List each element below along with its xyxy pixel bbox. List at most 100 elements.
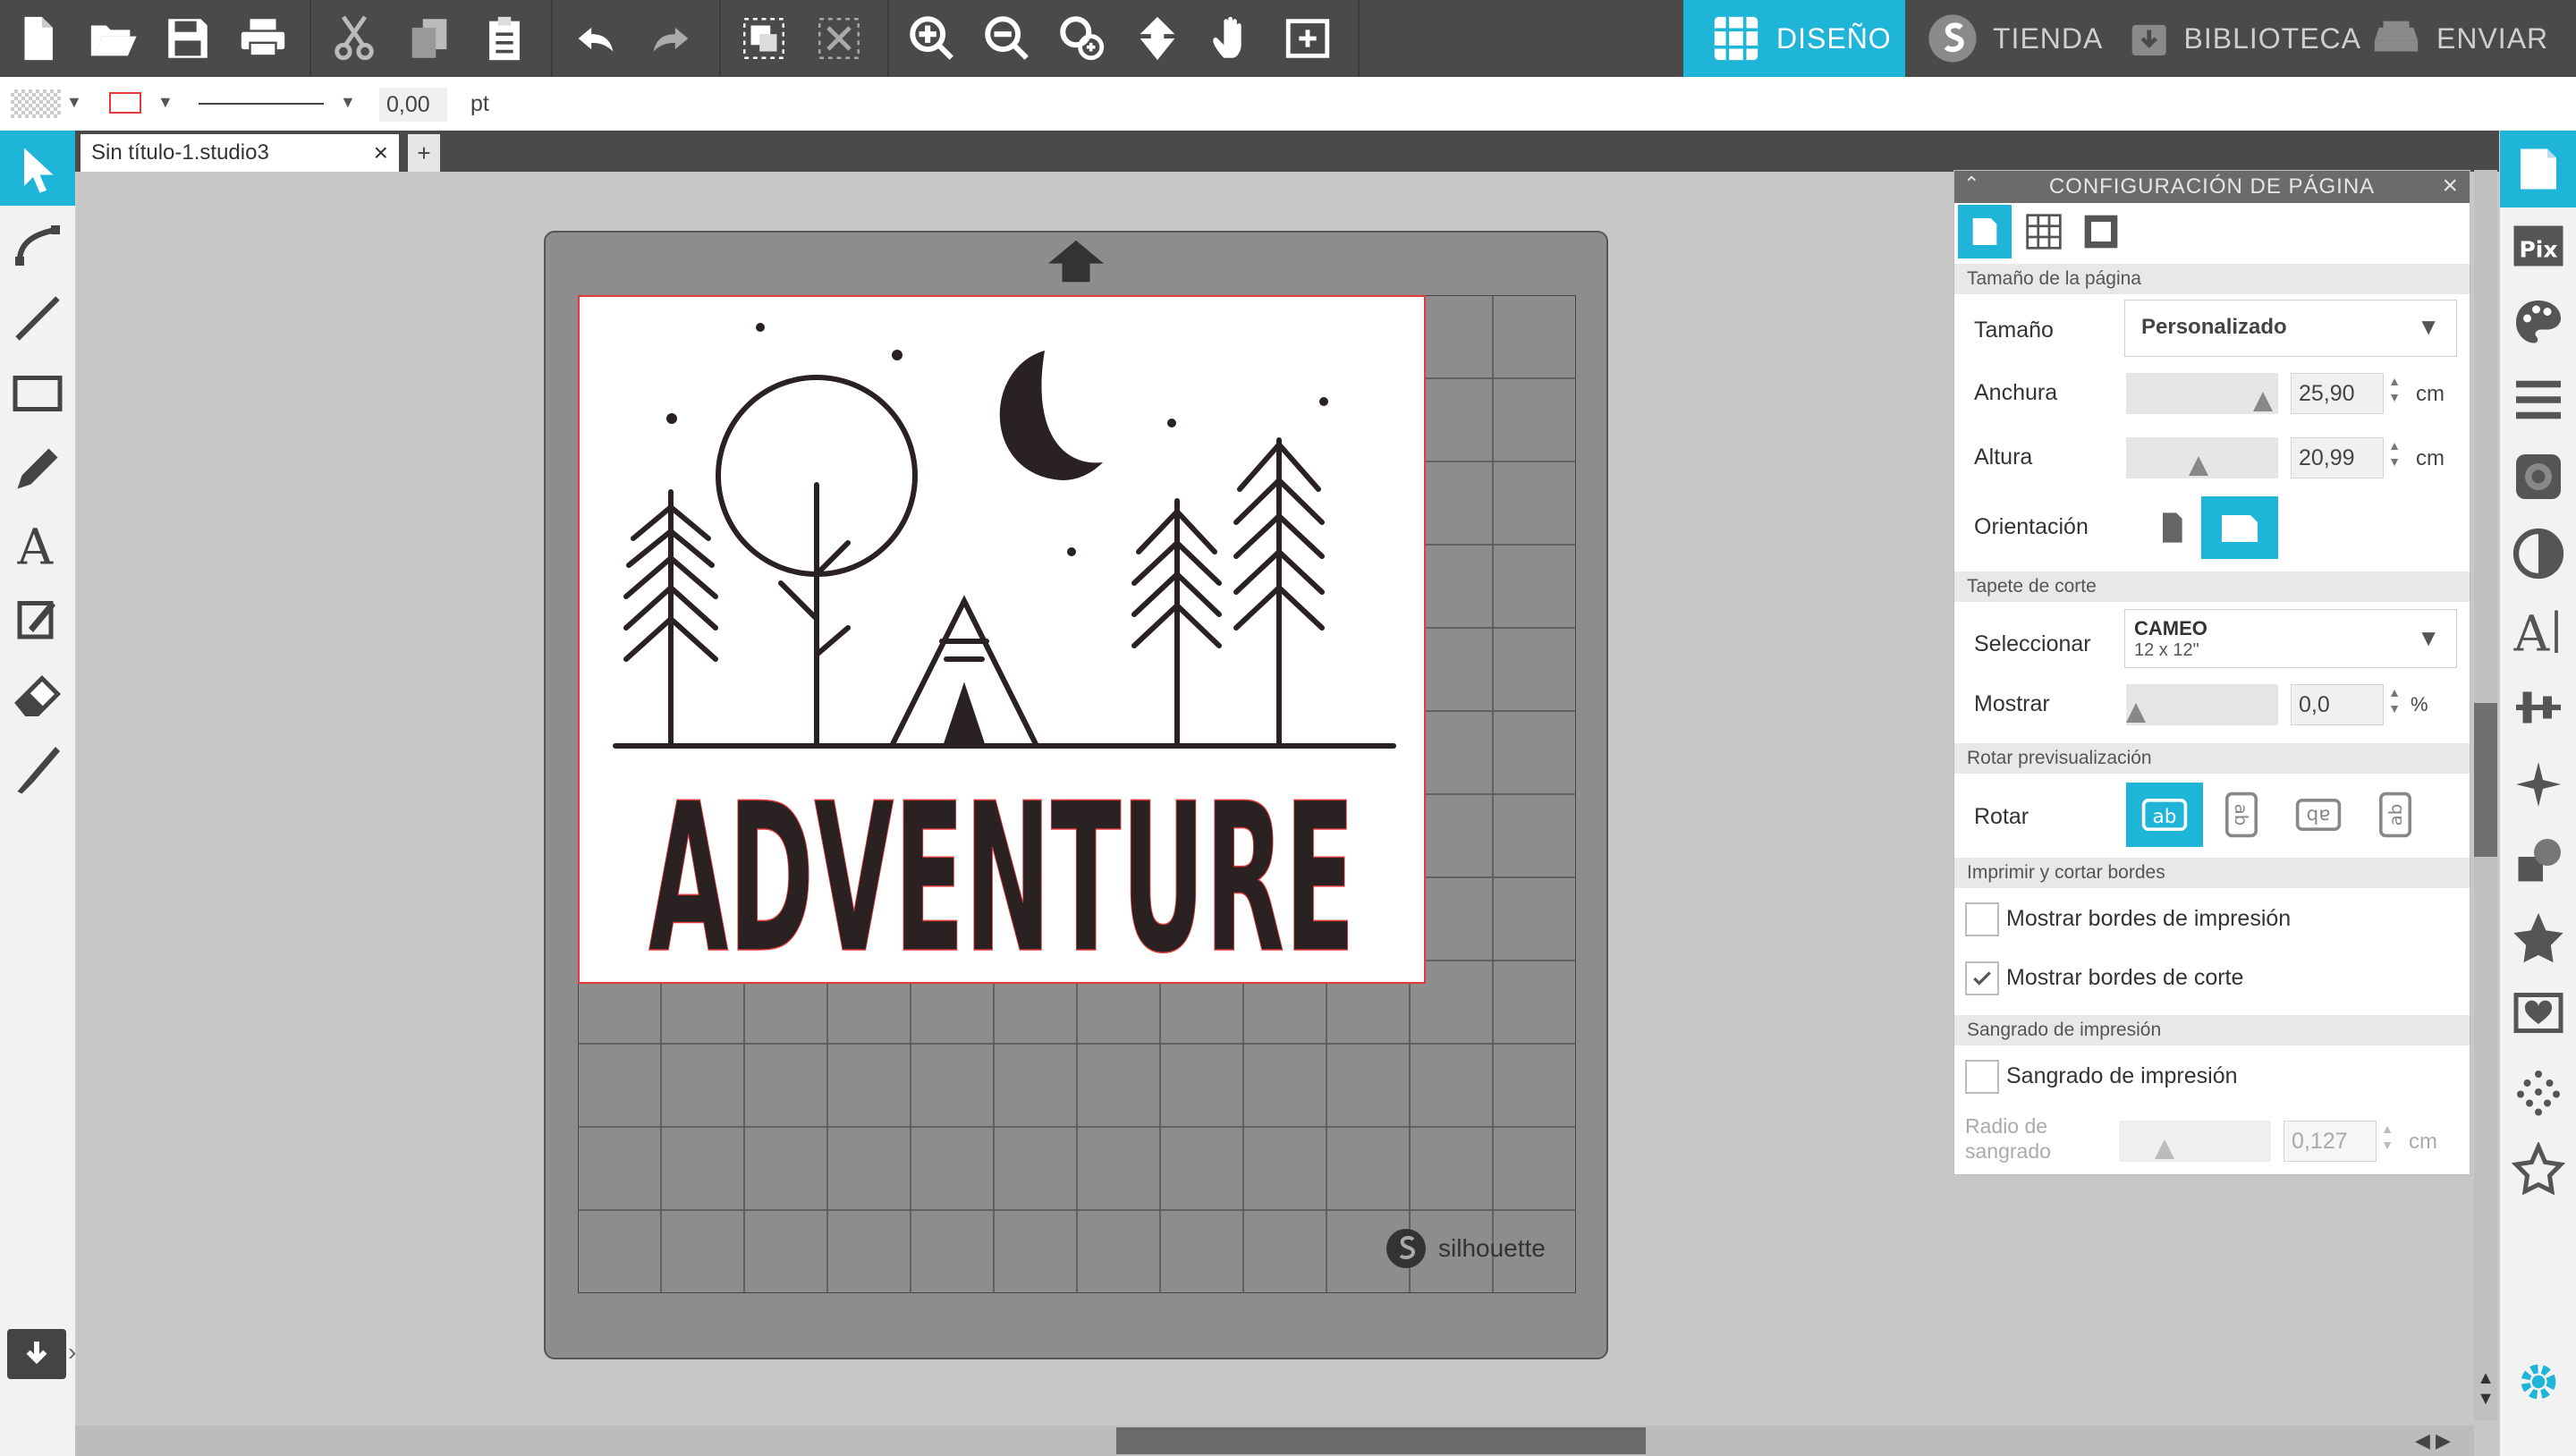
pan-hand-icon[interactable] (1195, 0, 1270, 77)
offset-star-icon[interactable] (2500, 900, 2576, 977)
open-folder-icon[interactable] (75, 0, 150, 77)
pixscan-icon[interactable]: Pix (2500, 207, 2576, 284)
favorites-star-icon[interactable] (2500, 1130, 2576, 1207)
bleed-radius-spinner-icon[interactable]: ▲ ▼ (2380, 1121, 2394, 1153)
adventure-artwork[interactable]: ADVENTURE (580, 297, 1424, 1000)
cut-icon[interactable] (317, 0, 392, 77)
panel-close-icon[interactable]: × (2442, 171, 2459, 201)
canvas-horizontal-scrollbar[interactable]: ◀ ▶ (75, 1426, 2474, 1456)
rotate-270-button[interactable]: ab (2357, 783, 2434, 847)
nav-tab-design[interactable]: DISEÑO (1683, 0, 1905, 77)
save-icon[interactable] (150, 0, 225, 77)
print-bleed-checkbox[interactable] (1965, 1060, 1999, 1094)
fill-pattern-icon[interactable] (2500, 438, 2576, 515)
slider-thumb-icon[interactable] (2253, 391, 2273, 412)
canvas-scrollbar-thumb[interactable] (1116, 1427, 1646, 1454)
text-tool-icon[interactable]: A (0, 506, 75, 581)
size-dropdown[interactable]: Personalizado ▼ (2124, 300, 2457, 357)
print-icon[interactable] (225, 0, 301, 77)
group-icon[interactable] (726, 0, 801, 77)
fill-dropdown-arrow-icon[interactable]: ▼ (66, 93, 82, 112)
rotate-90-button[interactable]: ab (2203, 783, 2280, 847)
zoom-out-icon[interactable] (970, 0, 1045, 77)
nav-tab-send[interactable]: ENVIAR (2370, 0, 2576, 77)
show-opacity-slider[interactable] (2126, 684, 2278, 725)
show-print-borders-checkbox[interactable] (1965, 902, 1999, 936)
scroll-left-right-arrows-icon[interactable]: ◀ ▶ (2415, 1426, 2469, 1456)
collapse-chevron-icon[interactable]: ⌃ (1963, 173, 1980, 196)
line-style-preview[interactable] (199, 103, 324, 105)
design-page[interactable]: ADVENTURE (578, 295, 1426, 1000)
orientation-landscape-icon[interactable] (2201, 496, 2278, 559)
modify-shapes-icon[interactable] (2500, 823, 2576, 900)
width-slider[interactable] (2126, 373, 2278, 414)
registration-marks-tab-icon[interactable] (2074, 205, 2128, 258)
redo-icon[interactable] (633, 0, 708, 77)
line-color-dropdown-arrow-icon[interactable]: ▼ (157, 93, 174, 112)
settings-gear-icon[interactable] (2512, 1356, 2564, 1408)
zoom-fit-icon[interactable] (1045, 0, 1120, 77)
trace-icon[interactable] (2500, 977, 2576, 1054)
panel-scrollbar-thumb[interactable] (2474, 703, 2497, 857)
bleed-radius-input[interactable]: 0,127 (2284, 1121, 2377, 1162)
rectangle-tool-icon[interactable] (0, 356, 75, 431)
width-unit: cm (2416, 382, 2445, 406)
expand-chevron-icon[interactable]: › (68, 1338, 76, 1367)
mat-feed-arrow-icon (1048, 240, 1104, 287)
slider-thumb-icon[interactable] (2189, 455, 2208, 477)
freehand-pencil-tool-icon[interactable] (0, 431, 75, 506)
document-tab[interactable]: Sin título-1.studio3 × (80, 134, 399, 172)
undo-icon[interactable] (558, 0, 633, 77)
ungroup-icon[interactable] (801, 0, 877, 77)
nav-tab-store[interactable]: TIENDA (1927, 0, 2106, 77)
align-icon[interactable] (2500, 669, 2576, 746)
new-document-icon[interactable] (0, 0, 75, 77)
sketch-dots-icon[interactable] (2500, 1054, 2576, 1130)
line-width-input[interactable]: 0,00 (379, 88, 447, 122)
line-style-icon[interactable] (2500, 361, 2576, 438)
color-palette-icon[interactable] (2500, 284, 2576, 361)
grid-settings-tab-icon[interactable] (2017, 205, 2071, 258)
mat-dropdown[interactable]: CAMEO 12 x 12" ▼ (2124, 609, 2457, 668)
rotate-180-button[interactable]: ab (2280, 783, 2357, 847)
rotate-0-button[interactable]: ab (2126, 783, 2203, 847)
text-style-icon[interactable]: A (2500, 592, 2576, 669)
page-setup-panel-icon[interactable] (2500, 131, 2576, 207)
copy-icon[interactable] (392, 0, 467, 77)
nav-tab-library[interactable]: BIBLIOTECA (2129, 0, 2361, 77)
height-input[interactable]: 20,99 (2291, 437, 2384, 478)
line-tool-icon[interactable] (0, 281, 75, 356)
slider-thumb-icon[interactable] (2126, 702, 2146, 724)
bleed-radius-slider[interactable] (2119, 1121, 2271, 1162)
close-tab-icon[interactable]: × (374, 139, 388, 167)
line-style-dropdown-arrow-icon[interactable]: ▼ (340, 93, 356, 112)
knife-tool-icon[interactable] (0, 732, 75, 807)
line-color-swatch[interactable] (109, 92, 141, 114)
show-opacity-spinner-icon[interactable]: ▲ ▼ (2387, 684, 2402, 716)
fill-swatch[interactable] (11, 89, 61, 118)
point-edit-tool-icon[interactable] (0, 206, 75, 281)
orientation-portrait-icon[interactable] (2142, 496, 2201, 559)
width-input[interactable]: 25,90 (2291, 373, 2384, 414)
select-tool-icon[interactable] (0, 131, 75, 206)
transparency-icon[interactable] (2500, 515, 2576, 592)
add-tab-button[interactable]: + (408, 134, 440, 172)
library-panel-toggle-icon[interactable] (7, 1329, 66, 1379)
move-down-arrow-icon[interactable] (1120, 0, 1195, 77)
zoom-in-icon[interactable] (894, 0, 970, 77)
sketch-tool-icon[interactable] (0, 581, 75, 656)
paste-icon[interactable] (467, 0, 542, 77)
height-spinner-icon[interactable]: ▲ ▼ (2387, 437, 2402, 470)
page-setup-tab-icon[interactable] (1958, 205, 2012, 258)
replicate-icon[interactable] (2500, 746, 2576, 823)
show-cut-borders-checkbox[interactable] (1965, 961, 1999, 995)
slider-thumb-icon[interactable] (2155, 1139, 2174, 1160)
height-slider[interactable] (2126, 437, 2278, 478)
panel-scrollbar-track[interactable]: ▲ ▼ (2474, 170, 2497, 1420)
eraser-tool-icon[interactable] (0, 656, 75, 732)
add-page-icon[interactable] (1270, 0, 1345, 77)
svg-text:ab: ab (2385, 804, 2406, 826)
panel-scroll-arrows-icon[interactable]: ▲ ▼ (2474, 1368, 2497, 1418)
show-opacity-input[interactable]: 0,0 (2291, 684, 2384, 725)
width-spinner-icon[interactable]: ▲ ▼ (2387, 373, 2402, 405)
